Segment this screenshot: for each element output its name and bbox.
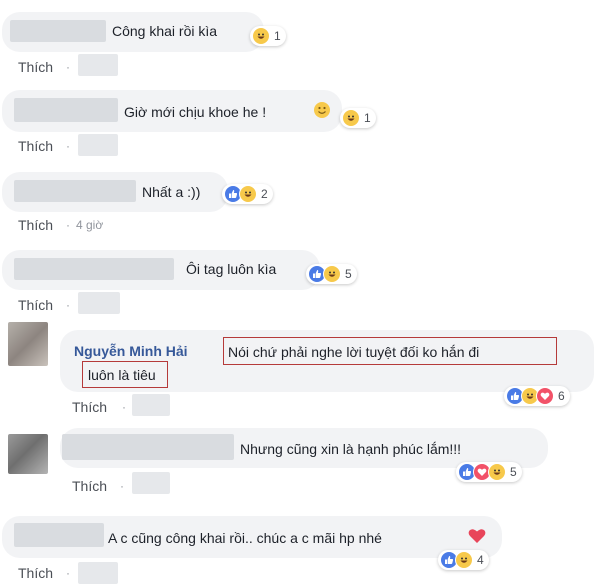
reaction-count: 1 <box>364 111 371 125</box>
blurred-timestamp <box>132 472 170 494</box>
blurred-timestamp <box>78 292 120 314</box>
reaction-summary[interactable]: 4 <box>438 550 489 570</box>
separator-dot: · <box>66 139 70 153</box>
blurred-author-name <box>10 20 106 42</box>
reaction-summary[interactable]: 1 <box>340 108 376 128</box>
blurred-author-name <box>62 434 234 460</box>
reaction-summary[interactable]: 2 <box>222 184 273 204</box>
reaction-count: 6 <box>558 389 565 403</box>
blurred-author-name <box>14 98 118 122</box>
comment-text: Công khai rồi kìa <box>112 23 218 39</box>
smile-emoji-icon <box>314 102 330 118</box>
like-link[interactable]: Thích <box>18 58 53 76</box>
separator-dot: · <box>120 479 124 493</box>
like-link[interactable]: Thích <box>72 398 107 416</box>
separator-dot: · <box>66 566 70 580</box>
like-link[interactable]: Thích <box>72 477 107 495</box>
reaction-count: 4 <box>477 553 484 567</box>
haha-reaction-icon <box>323 265 341 283</box>
blurred-author-name <box>14 523 104 547</box>
like-link[interactable]: Thích <box>18 564 53 582</box>
reaction-summary[interactable]: 5 <box>456 462 522 482</box>
like-link[interactable]: Thích <box>18 296 53 314</box>
like-link[interactable]: Thích <box>18 216 53 234</box>
highlight-box <box>82 361 168 388</box>
comment-text: Ôi tag luôn kìa <box>186 261 277 277</box>
heart-emoji-icon <box>468 528 486 549</box>
blurred-timestamp <box>78 134 118 156</box>
comment-timestamp[interactable]: 4 giờ <box>76 216 103 234</box>
avatar[interactable] <box>8 434 48 474</box>
comment-text: Nhưng cũng xin là hạnh phúc lắm!!! <box>240 441 462 457</box>
like-link[interactable]: Thích <box>18 137 53 155</box>
blurred-author-name <box>14 258 174 280</box>
highlight-box <box>223 337 557 365</box>
haha-reaction-icon <box>455 551 473 569</box>
avatar[interactable] <box>8 322 48 366</box>
reaction-count: 2 <box>261 187 268 201</box>
reaction-summary[interactable]: 6 <box>504 386 570 406</box>
separator-dot: · <box>66 60 70 74</box>
separator-dot: · <box>66 218 70 232</box>
comment-author-name[interactable]: Nguyễn Minh Hải <box>74 342 188 360</box>
blurred-timestamp <box>78 54 118 76</box>
love-reaction-icon <box>536 387 554 405</box>
blurred-timestamp <box>78 562 118 584</box>
haha-reaction-icon <box>252 27 270 45</box>
reaction-count: 5 <box>345 267 352 281</box>
comment-text: Giờ mới chịu khoe he ! <box>124 104 267 120</box>
haha-reaction-icon <box>342 109 360 127</box>
haha-reaction-icon <box>239 185 257 203</box>
reaction-count: 5 <box>510 465 517 479</box>
blurred-author-name <box>14 180 136 202</box>
comment-text: Nhất a :)) <box>142 184 201 200</box>
reaction-summary[interactable]: 1 <box>250 26 286 46</box>
reaction-count: 1 <box>274 29 281 43</box>
haha-reaction-icon <box>488 463 506 481</box>
blurred-timestamp <box>132 394 170 416</box>
separator-dot: · <box>122 400 126 414</box>
comment-text: A c cũng công khai rồi.. chúc a c mãi hp… <box>108 530 382 546</box>
separator-dot: · <box>66 298 70 312</box>
reaction-summary[interactable]: 5 <box>306 264 357 284</box>
